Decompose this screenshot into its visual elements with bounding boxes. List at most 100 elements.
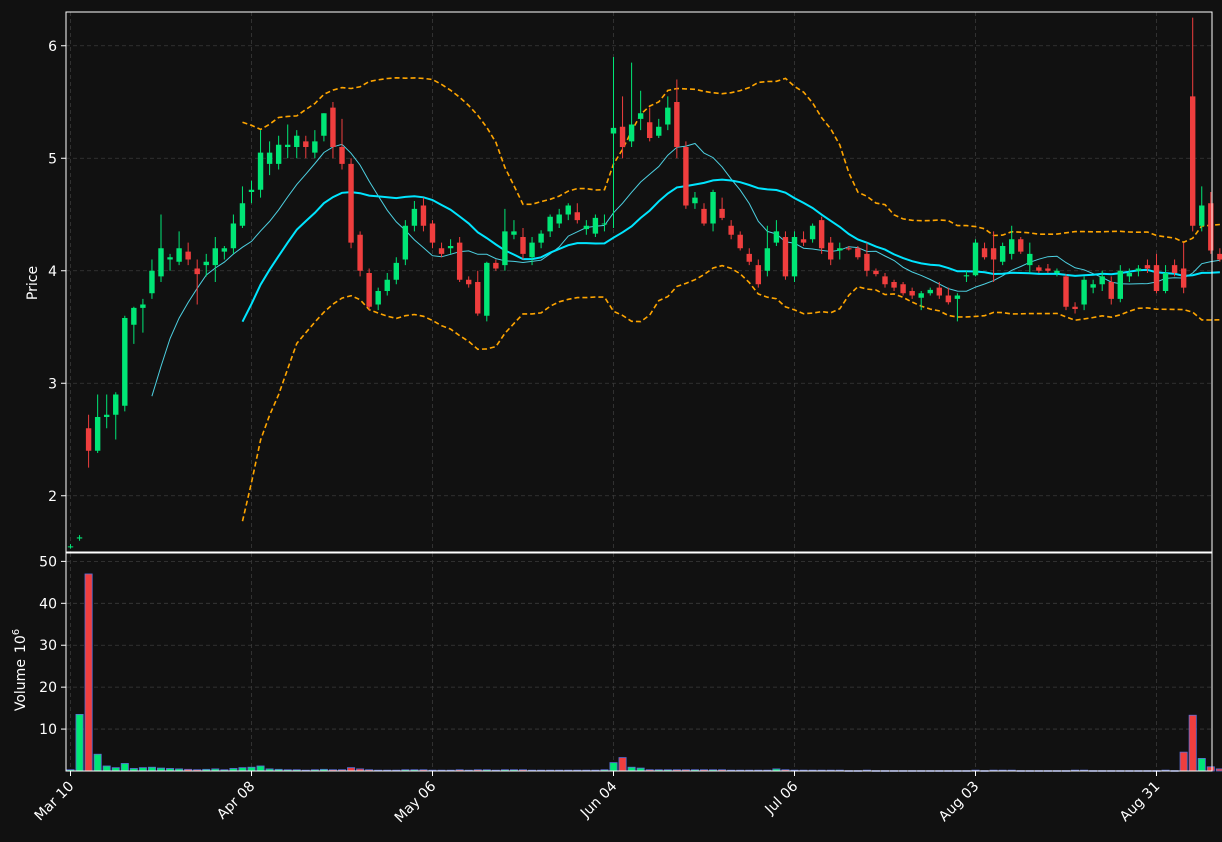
candle-down	[619, 126, 626, 147]
candle-up	[402, 225, 409, 260]
price-panel-frame	[65, 11, 1213, 553]
candle-up	[285, 144, 291, 147]
candle-down	[755, 265, 761, 285]
candle-up	[601, 223, 608, 225]
candle-down	[1208, 203, 1214, 251]
candle-up	[565, 205, 571, 215]
candle-down	[855, 248, 861, 258]
candle-down	[1190, 96, 1196, 226]
candle-down	[348, 163, 354, 243]
volume-bar	[111, 767, 120, 772]
candle-up	[963, 275, 970, 277]
candle-up	[972, 242, 979, 276]
candle-down	[330, 107, 336, 147]
volume-bar	[1179, 751, 1188, 772]
x-tick-label: Aug 31	[1117, 779, 1163, 825]
price-tick-label: 6	[48, 39, 57, 55]
volume-tick-label: 10	[39, 722, 57, 738]
price-tick-label: 4	[48, 264, 57, 280]
volume-bar	[1188, 714, 1197, 772]
candle-up	[837, 248, 843, 251]
candle-down	[1045, 268, 1051, 271]
candle-up	[375, 291, 381, 305]
volume-bar	[627, 766, 636, 772]
candle-down	[909, 291, 915, 296]
price-tick-label: 5	[48, 151, 57, 167]
candle-up	[312, 141, 318, 153]
candle-down	[828, 242, 834, 260]
candle-down	[719, 208, 725, 218]
candle-up	[149, 270, 155, 294]
candle-down	[574, 212, 580, 221]
candle-down	[818, 220, 825, 249]
candle-up	[266, 152, 273, 164]
candle-down	[873, 270, 879, 275]
volume-bar	[93, 753, 102, 772]
candle-up	[1081, 279, 1087, 305]
candle-up	[610, 127, 617, 134]
candle-down	[864, 253, 870, 271]
candle-down	[429, 223, 436, 243]
candle-up	[239, 203, 246, 226]
candle-up	[918, 293, 924, 298]
volume-bar	[1215, 768, 1222, 772]
candle-up	[656, 126, 662, 136]
candle-up	[502, 231, 508, 266]
candle-down	[746, 253, 752, 262]
candle-down	[990, 248, 997, 260]
volume-bar	[1206, 766, 1215, 772]
candle-up	[221, 248, 228, 252]
candle-down	[520, 237, 526, 254]
candle-up	[140, 304, 146, 308]
volume-bar	[84, 573, 93, 772]
volume-bar	[347, 767, 356, 772]
candle-down	[647, 122, 653, 138]
bollinger-upper-line	[242, 76, 1220, 244]
candle-down	[846, 248, 852, 250]
candle-down	[1153, 265, 1160, 291]
candle-down	[194, 268, 200, 275]
candle-down	[936, 287, 942, 296]
volume-bar	[120, 763, 129, 772]
volume-bar	[618, 757, 627, 772]
axis-layer: 2 3 4 5 6 10 20 30 40 50 Mar 10 Apr 08 May 06 Jun 04 J…	[32, 39, 1164, 826]
candle-down	[728, 225, 734, 235]
candle-up	[113, 394, 119, 415]
volume-bar	[247, 766, 256, 772]
volume-panel-frame	[65, 552, 1213, 772]
candle-down	[782, 237, 789, 277]
x-tick-label: Jul 06	[762, 778, 802, 818]
candle-down	[800, 239, 807, 243]
candle-down	[1171, 265, 1178, 273]
candle-up	[230, 223, 237, 249]
candle-down	[701, 208, 707, 224]
bollinger-lower-line	[241, 264, 1220, 522]
volume-axis-label-base: 10	[13, 635, 29, 653]
x-tick-label: Jun 04	[577, 778, 620, 821]
chart-container: 2 3 4 5 6 10 20 30 40 50 Mar 10 Apr 08 May 06 Jun 04 J…	[0, 0, 1222, 842]
candle-up	[1135, 268, 1142, 271]
candle-up	[447, 246, 454, 249]
volume-axis-label-text: Volume	[13, 659, 29, 711]
candle-down	[466, 279, 472, 285]
candle-up	[275, 144, 282, 164]
candle-down	[438, 248, 445, 254]
volume-axis-label-exp: 6	[11, 629, 22, 635]
candle-up	[67, 546, 74, 548]
candle-down	[493, 262, 499, 269]
candle-down	[339, 147, 345, 164]
candle-up	[511, 231, 517, 235]
candle-up	[583, 225, 590, 230]
candle-up	[1162, 273, 1169, 291]
moving-average-line	[241, 178, 1220, 323]
candle-down	[1036, 267, 1042, 271]
candle-up	[773, 231, 780, 243]
candle-layer	[67, 17, 1222, 549]
volume-bar	[1197, 758, 1206, 772]
candle-up	[104, 414, 110, 417]
volume-bar	[102, 765, 111, 772]
candle-down	[737, 234, 743, 249]
price-tick-label: 3	[48, 376, 57, 392]
candle-down	[366, 273, 372, 307]
price-tick-label: 2	[48, 489, 57, 505]
